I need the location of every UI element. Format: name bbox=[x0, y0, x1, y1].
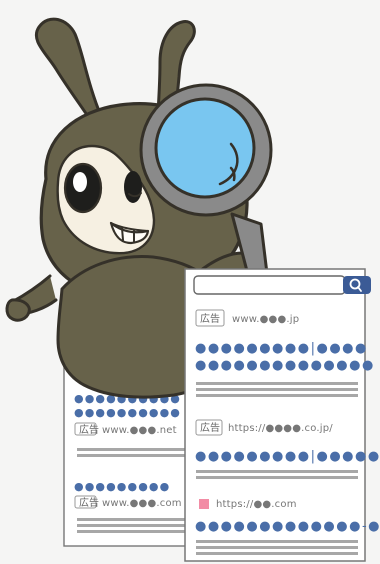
description-line bbox=[196, 470, 358, 473]
description-line bbox=[196, 552, 358, 555]
description-line bbox=[77, 448, 185, 451]
magnifier-lens-icon bbox=[154, 97, 256, 199]
left-hand bbox=[5, 298, 31, 322]
result-title[interactable]: ●●●●●●●●●●●●●● bbox=[195, 358, 375, 373]
description-line bbox=[77, 454, 185, 457]
ad-badge-label: 広告 bbox=[79, 423, 99, 436]
result-url: https://●●●●.co.jp/ bbox=[228, 423, 333, 434]
search-button[interactable] bbox=[343, 276, 371, 294]
description-line bbox=[196, 382, 358, 385]
ad-badge-label: 広告 bbox=[200, 312, 220, 325]
front-results-card: 広告 www.●●●.jp ●●●●●●●●●|●●●● ●●●●●●●●●●●… bbox=[184, 268, 380, 562]
search-character-illustration: ●●●●●●●●●● ●●●●●●●●●● 広告 www.●●●.net ●●●… bbox=[5, 17, 380, 562]
result-url: www.●●●.com bbox=[102, 498, 182, 509]
result-url: https://●●.com bbox=[216, 499, 297, 510]
description-line bbox=[196, 540, 358, 543]
result-title[interactable]: ●●●●●●●●●|●●●●● bbox=[195, 449, 380, 464]
description-line bbox=[196, 394, 358, 397]
back-result-title: ●●●●●●●●● bbox=[74, 480, 170, 493]
description-line bbox=[77, 518, 185, 521]
ad-badge-label: 広告 bbox=[79, 496, 99, 509]
description-line bbox=[196, 546, 358, 549]
result-url: www.●●●.net bbox=[102, 425, 177, 436]
back-result-title: ●●●●●●●●●● bbox=[74, 406, 181, 419]
favicon-icon bbox=[199, 499, 209, 509]
description-line bbox=[196, 388, 358, 391]
result-title[interactable]: ●●●●●●●●●●●●●-●● bbox=[195, 519, 380, 534]
search-input[interactable] bbox=[193, 275, 346, 295]
illustration-stage: ●●●●●●●●●● ●●●●●●●●●● 広告 www.●●●.net ●●●… bbox=[0, 0, 380, 564]
ad-badge-label: 広告 bbox=[200, 421, 220, 434]
description-line bbox=[196, 476, 358, 479]
result-title[interactable]: ●●●●●●●●●|●●●● bbox=[195, 341, 368, 356]
description-line bbox=[77, 530, 185, 533]
description-line bbox=[77, 524, 185, 527]
left-eye-highlight bbox=[73, 172, 87, 192]
result-url: www.●●●.jp bbox=[232, 314, 299, 325]
right-eye bbox=[124, 171, 142, 203]
